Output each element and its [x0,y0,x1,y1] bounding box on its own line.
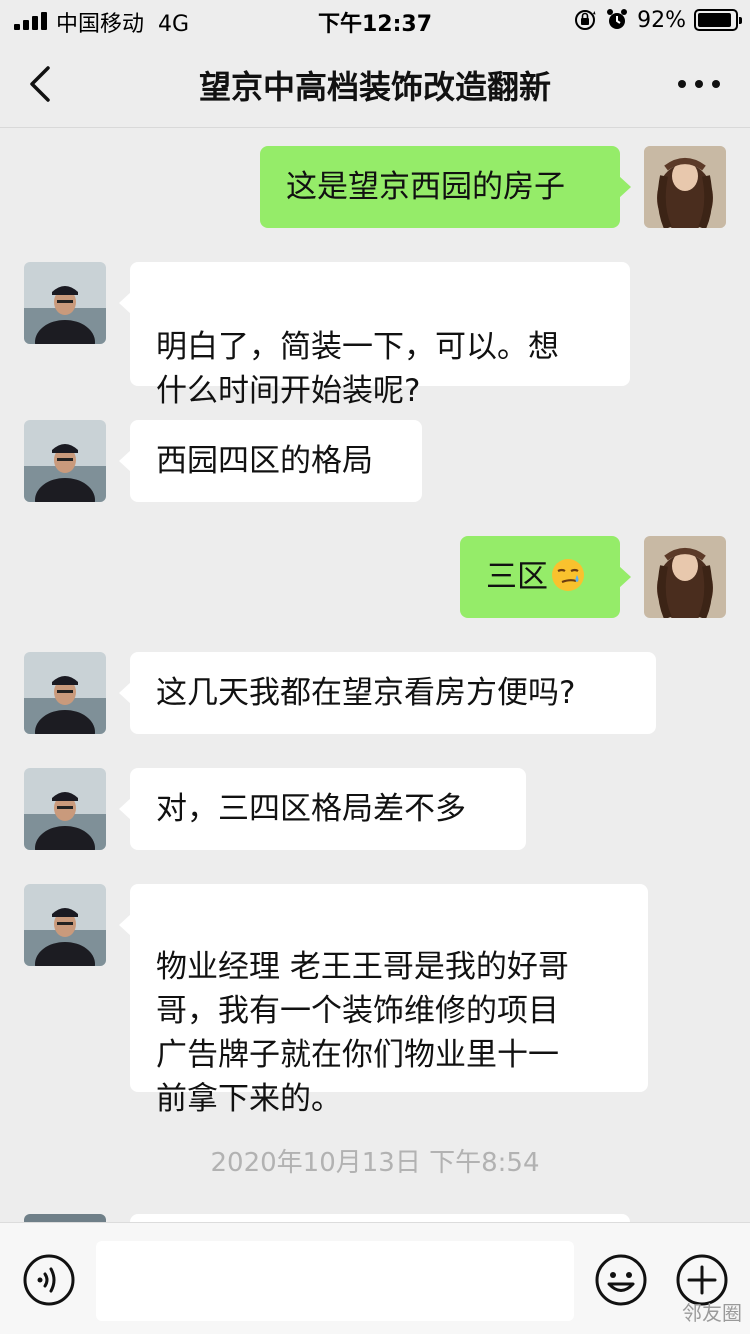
avatar-self-image [644,536,726,618]
emoji-icon[interactable] [594,1253,648,1307]
chat-timestamp: 2020年10月13日 下午8:54 [210,1148,540,1178]
message-bubble-partial [130,1214,630,1222]
avatar-contact[interactable] [24,768,106,850]
alarm-icon [607,9,628,29]
message-bubble-contact[interactable]: 物业经理 老王王哥是我的好哥 哥，我有一个装饰维修的项目 广告牌子就在你们物业里… [119,884,648,1117]
input-bar [0,1222,750,1334]
message-text: 对，三四区格局差不多 [156,791,466,827]
message-input[interactable] [96,1241,574,1321]
nav-bar: 望京中高档装饰改造翻新 [0,40,750,128]
message-text: 明白了，简装一下，可以。想 什么时间开始装呢? [156,329,559,409]
battery-icon [694,9,742,31]
more-dots-icon[interactable] [674,66,724,102]
message-text: 三区 [486,559,548,595]
avatar-contact[interactable] [24,420,106,502]
watermark: 邻友圈 [682,1301,742,1325]
avatar-contact-partial [24,1214,106,1222]
rotation-lock-icon [575,10,596,30]
message-bubble-contact[interactable]: 西园四区的格局 [119,420,422,502]
avatar-self-image [644,146,726,228]
message-bubble-contact[interactable]: 这几天我都在望京看房方便吗? [119,652,656,734]
message-text: 这是望京西园的房子 [286,169,565,205]
message-bubble-contact[interactable]: 对，三四区格局差不多 [119,768,526,850]
avatar-contact[interactable] [24,652,106,734]
battery-percentage: 92% [637,7,686,33]
message-text: 物业经理 老王王哥是我的好哥 哥，我有一个装饰维修的项目 广告牌子就在你们物业里… [156,949,569,1117]
status-bar: 中国移动 4G 下午12:37 92% [0,0,750,40]
message-text: 这几天我都在望京看房方便吗? [156,675,576,711]
chat-screen: 中国移动 4G 下午12:37 92% 望京中高档装饰改造翻新 这是望京西园的房… [0,0,750,1334]
avatar-contact-image [24,262,106,344]
avatar-self[interactable] [644,146,726,228]
chat-title: 望京中高档装饰改造翻新 [198,68,551,106]
voice-icon[interactable] [22,1253,76,1307]
message-bubble-self[interactable]: 这是望京西园的房子 [260,146,631,228]
status-right-icons: 92% [573,6,742,34]
avatar-contact[interactable] [24,884,106,966]
message-bubble-self[interactable]: 三区 [460,536,631,618]
avatar-contact-image [24,652,106,734]
avatar-self[interactable] [644,536,726,618]
message-text: 西园四区的格局 [156,443,373,479]
avatar-contact-image [24,884,106,966]
battery-fill [698,13,732,27]
smirk-face-emoji [552,559,584,591]
back-chevron-icon[interactable] [20,62,64,106]
avatar-contact-image [24,420,106,502]
avatar-contact[interactable] [24,262,106,344]
avatar-contact-image [24,768,106,850]
message-bubble-contact[interactable]: 明白了，简装一下，可以。想 什么时间开始装呢? [119,262,630,409]
